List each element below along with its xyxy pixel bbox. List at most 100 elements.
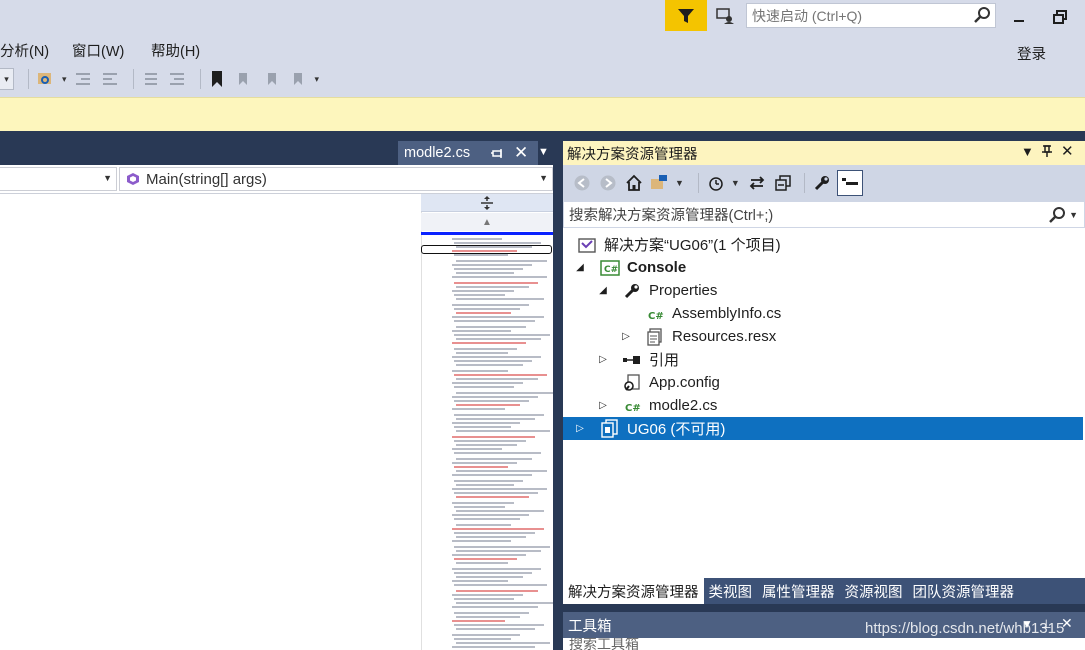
- window-position-dropdown-icon[interactable]: ▼: [1021, 144, 1034, 159]
- chevron-down-icon[interactable]: ▼: [675, 178, 684, 188]
- minimap-line: [454, 612, 529, 614]
- chevron-down-icon: ▾: [4, 73, 9, 84]
- toolbar-overflow-icon[interactable]: ▾: [315, 74, 320, 85]
- chevron-down-icon[interactable]: ▾: [62, 74, 67, 85]
- config-dropdown[interactable]: ▾: [0, 68, 14, 90]
- tree-node-file[interactable]: ▷ Resources.resx: [563, 325, 1083, 348]
- auto-hide-pin-icon[interactable]: [1041, 144, 1053, 161]
- search-icon[interactable]: [973, 6, 991, 27]
- collapsed-arrow-icon[interactable]: ▷: [574, 423, 586, 434]
- feedback-button[interactable]: [710, 3, 740, 29]
- search-icon[interactable]: [1048, 206, 1066, 228]
- close-panel-icon[interactable]: ✕: [1061, 142, 1074, 160]
- switch-views-icon[interactable]: [649, 172, 671, 194]
- signin-link[interactable]: 登录: [1017, 43, 1046, 64]
- minimap-line: [456, 562, 508, 564]
- svg-text:C#: C#: [625, 403, 641, 413]
- menu-window[interactable]: 窗口(W): [72, 40, 124, 61]
- tree-node-file[interactable]: App.config: [563, 371, 1083, 394]
- solution-explorer-search[interactable]: 搜索解决方案资源管理器(Ctrl+;) ▼: [563, 201, 1085, 228]
- minimize-button[interactable]: [1006, 4, 1032, 30]
- tab-team-explorer[interactable]: 团队资源管理器: [908, 578, 1020, 604]
- indent-icon[interactable]: [100, 69, 120, 89]
- toolbar-separator: [28, 69, 29, 89]
- dock-splitter[interactable]: [553, 141, 563, 650]
- expanded-arrow-icon[interactable]: ◢: [574, 262, 586, 273]
- menu-analyze[interactable]: 分析(N): [0, 40, 49, 61]
- tab-class-view[interactable]: 类视图: [704, 578, 758, 604]
- document-tab-modle2[interactable]: modle2.cs ✕: [398, 141, 538, 165]
- sync-with-active-document-icon[interactable]: [746, 172, 768, 194]
- minimap-line: [456, 260, 547, 262]
- member-navigation-dropdown[interactable]: Main(string[] args) ▼: [119, 167, 553, 191]
- tab-property-manager[interactable]: 属性管理器: [757, 578, 840, 604]
- minimap-line: [454, 400, 529, 402]
- home-icon[interactable]: [623, 172, 645, 194]
- next-bookmark-icon[interactable]: [261, 69, 281, 89]
- notification-flag-button[interactable]: [665, 0, 707, 31]
- tree-node-solution[interactable]: 解决方案“UG06”(1 个项目): [563, 233, 1083, 256]
- bookmark-icon[interactable]: [207, 69, 227, 89]
- back-icon[interactable]: [571, 172, 593, 194]
- pin-icon[interactable]: [490, 146, 504, 164]
- collapsed-arrow-icon[interactable]: ▷: [620, 331, 632, 342]
- split-window-handle[interactable]: [421, 194, 553, 212]
- minimap-line: [452, 580, 508, 582]
- minimap-line: [456, 352, 508, 354]
- minimap-line: [452, 448, 502, 450]
- preview-selected-items-icon[interactable]: [836, 170, 863, 196]
- tree-node-file[interactable]: C# AssemblyInfo.cs: [563, 302, 1083, 325]
- toolbox-title: 工具箱: [568, 618, 612, 635]
- minimap-line: [456, 628, 535, 630]
- tab-solution-explorer[interactable]: 解决方案资源管理器: [563, 578, 704, 604]
- tree-node-references[interactable]: ▷ 引用: [563, 348, 1083, 371]
- minimap-line: [452, 462, 517, 464]
- collapse-all-icon[interactable]: [772, 172, 794, 194]
- clear-bookmarks-icon[interactable]: [288, 69, 308, 89]
- watermark-text: https://blog.csdn.net/whb1315: [865, 620, 1065, 637]
- tree-node-properties[interactable]: ◢ Properties: [563, 279, 1083, 302]
- caret-position-marker: [421, 232, 553, 235]
- minimap-line: [454, 572, 532, 574]
- minimap-line: [454, 638, 511, 640]
- previous-bookmark-icon[interactable]: [234, 69, 254, 89]
- forward-icon[interactable]: [597, 172, 619, 194]
- dock-splitter[interactable]: [563, 604, 1085, 612]
- chevron-down-icon[interactable]: ▼: [731, 178, 740, 188]
- minimap-line: [454, 360, 532, 362]
- search-options-dropdown-icon[interactable]: ▼: [1069, 210, 1078, 220]
- minimap-line: [454, 320, 535, 322]
- toolbar-separator: [697, 173, 699, 193]
- collapsed-arrow-icon[interactable]: ▷: [597, 400, 609, 411]
- scroll-up-arrow-icon[interactable]: ▲: [421, 213, 553, 231]
- find-in-files-icon[interactable]: [35, 69, 55, 89]
- minimap-line: [454, 598, 514, 600]
- solution-search-placeholder: 搜索解决方案资源管理器(Ctrl+;): [569, 208, 774, 224]
- minimap-line: [456, 458, 532, 460]
- restore-button[interactable]: [1047, 4, 1073, 30]
- uncomment-icon[interactable]: [167, 69, 187, 89]
- toolbox-search[interactable]: 搜索工具箱: [563, 638, 1085, 650]
- tab-resource-view[interactable]: 资源视图: [840, 578, 908, 604]
- minimap-line: [452, 408, 505, 410]
- close-tab-icon[interactable]: ✕: [514, 143, 528, 163]
- tree-node-unavailable-project[interactable]: ▷ UG06 (不可用): [563, 417, 1083, 440]
- chevron-down-icon: ▼: [539, 173, 548, 183]
- type-navigation-dropdown[interactable]: ▼: [0, 167, 117, 191]
- tree-node-file[interactable]: ▷ C# modle2.cs: [563, 394, 1083, 417]
- quick-launch-box[interactable]: [746, 3, 996, 28]
- quick-launch-input[interactable]: [747, 4, 965, 27]
- expanded-arrow-icon[interactable]: ◢: [597, 285, 609, 296]
- properties-wrench-icon[interactable]: [811, 172, 833, 194]
- collapsed-arrow-icon[interactable]: ▷: [597, 354, 609, 365]
- outdent-icon[interactable]: [73, 69, 93, 89]
- code-editor[interactable]: [0, 194, 421, 650]
- tree-node-project[interactable]: ◢ C# Console: [563, 256, 1083, 279]
- tab-list-dropdown-icon[interactable]: ▼: [538, 146, 549, 158]
- comment-icon[interactable]: [140, 69, 160, 89]
- solution-explorer-title-bar: 解决方案资源管理器 ▼ ✕: [563, 141, 1085, 165]
- minimap-line: [454, 466, 508, 468]
- minimap-line: [456, 312, 511, 314]
- pending-changes-filter-icon[interactable]: [705, 172, 727, 194]
- menu-help[interactable]: 帮助(H): [151, 40, 200, 61]
